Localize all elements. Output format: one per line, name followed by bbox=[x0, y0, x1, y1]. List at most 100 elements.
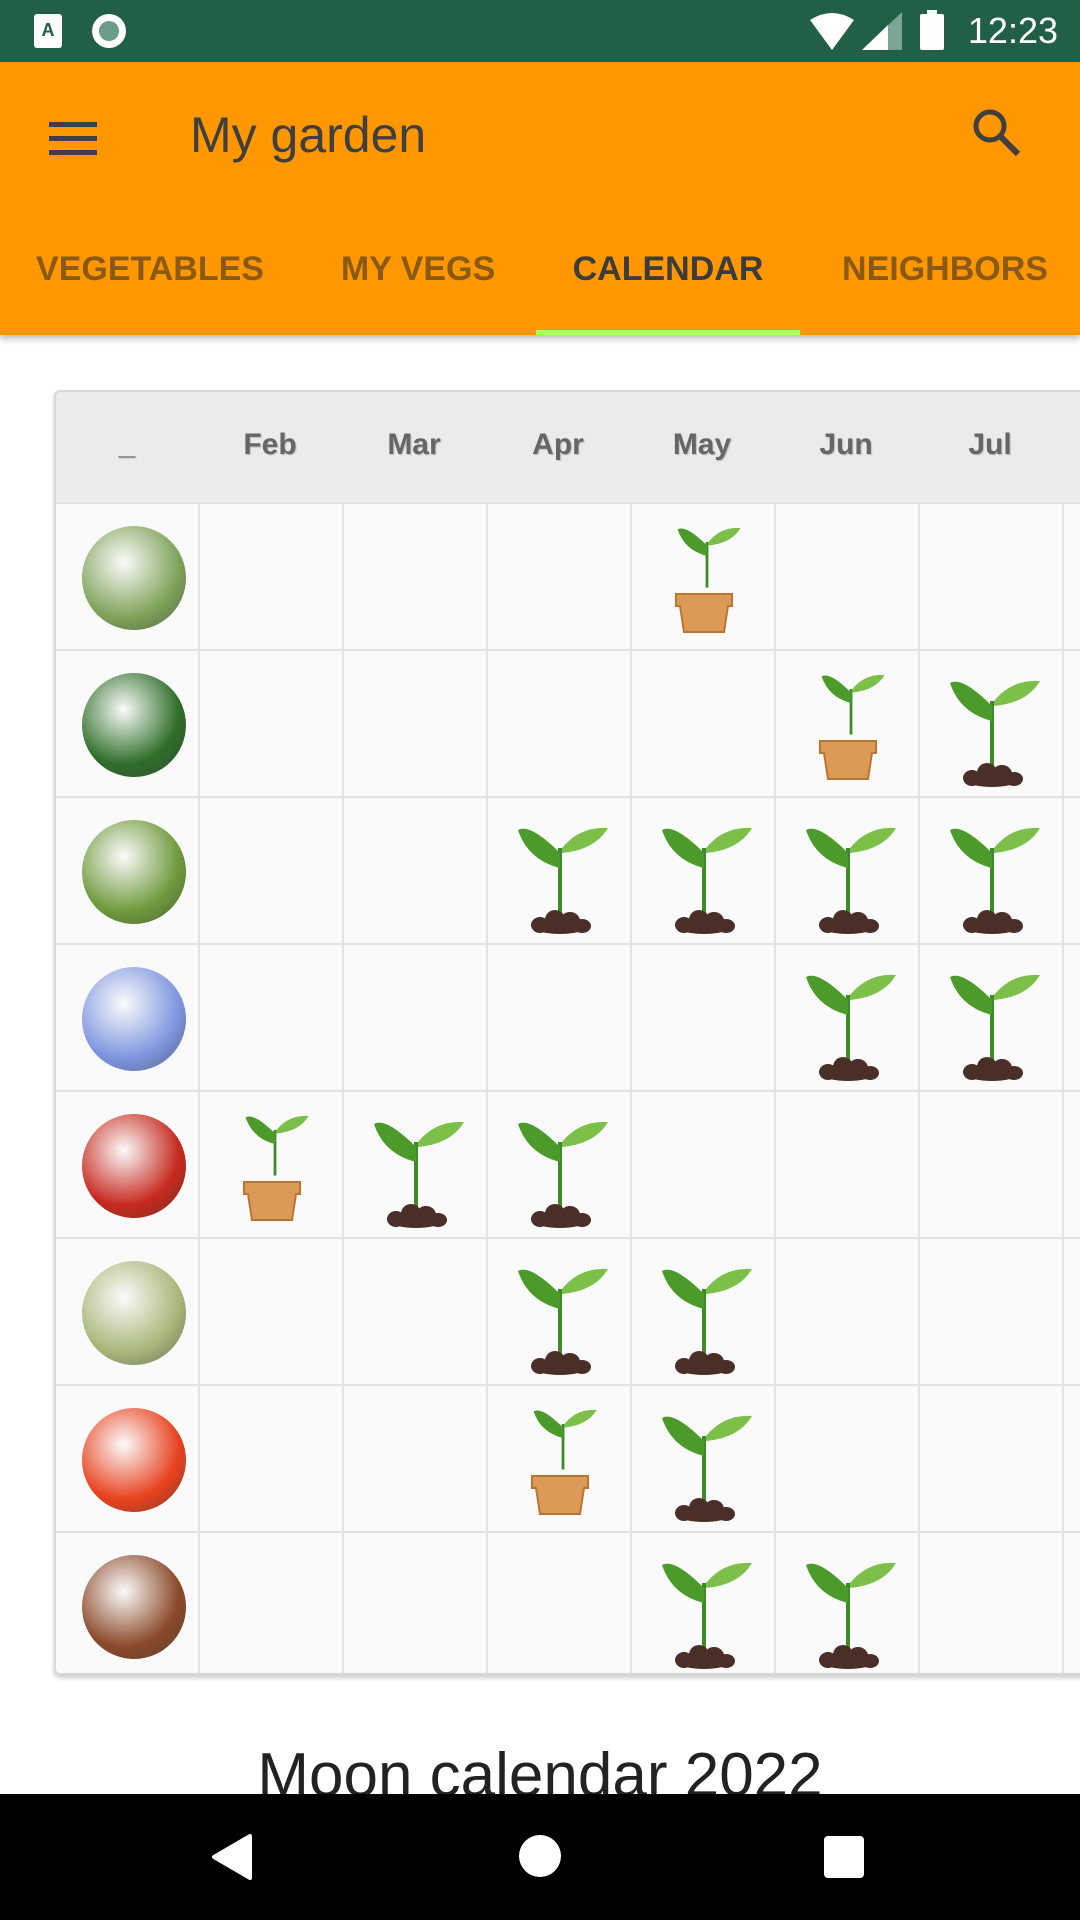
table-row bbox=[56, 943, 1080, 1090]
broccoli-image[interactable] bbox=[82, 820, 186, 924]
vegetable-cell[interactable] bbox=[56, 649, 198, 796]
tab-calendar[interactable]: CALENDAR bbox=[536, 250, 800, 289]
leek-image[interactable] bbox=[82, 1261, 186, 1365]
hamburger-menu-icon[interactable] bbox=[49, 120, 97, 156]
calendar-cell[interactable] bbox=[1062, 1237, 1080, 1384]
planting-calendar-table: _ Feb Mar Apr May Jun Jul bbox=[54, 390, 1080, 1675]
calendar-cell[interactable] bbox=[774, 502, 918, 649]
calendar-cell[interactable] bbox=[918, 1384, 1062, 1531]
calendar-cell[interactable] bbox=[342, 943, 486, 1090]
table-header: _ Feb Mar Apr May Jun Jul bbox=[56, 392, 1080, 502]
calendar-cell[interactable] bbox=[1062, 943, 1080, 1090]
calendar-cell[interactable] bbox=[198, 1237, 342, 1384]
vegetable-cell[interactable] bbox=[56, 1384, 198, 1531]
calendar-cell[interactable] bbox=[630, 1237, 774, 1384]
calendar-cell[interactable] bbox=[342, 1384, 486, 1531]
calendar-cell[interactable] bbox=[630, 649, 774, 796]
calendar-cell[interactable] bbox=[630, 943, 774, 1090]
calendar-cell[interactable] bbox=[342, 502, 486, 649]
basil-image[interactable] bbox=[82, 673, 186, 777]
calendar-cell[interactable] bbox=[198, 943, 342, 1090]
calendar-cell[interactable] bbox=[630, 502, 774, 649]
calendar-cell[interactable] bbox=[486, 1237, 630, 1384]
calendar-cell[interactable] bbox=[918, 943, 1062, 1090]
ground-planting-icon bbox=[660, 1413, 754, 1522]
calendar-cell[interactable] bbox=[198, 796, 342, 943]
search-icon[interactable] bbox=[970, 106, 1024, 160]
table-row bbox=[56, 502, 1080, 649]
chicory-image[interactable] bbox=[82, 967, 186, 1071]
calendar-cell[interactable] bbox=[1062, 1090, 1080, 1237]
calendar-cell[interactable] bbox=[486, 502, 630, 649]
calendar-cell[interactable] bbox=[918, 796, 1062, 943]
calendar-cell[interactable] bbox=[918, 1531, 1062, 1673]
vegetable-cell[interactable] bbox=[56, 1090, 198, 1237]
ground-planting-icon bbox=[516, 1119, 610, 1228]
vegetable-cell[interactable] bbox=[56, 502, 198, 649]
calendar-cell[interactable] bbox=[198, 502, 342, 649]
calendar-cell[interactable] bbox=[630, 1090, 774, 1237]
month-header: May bbox=[672, 428, 732, 461]
calendar-cell[interactable] bbox=[630, 796, 774, 943]
calendar-cell[interactable] bbox=[918, 649, 1062, 796]
back-icon[interactable] bbox=[210, 1834, 256, 1880]
calendar-cell[interactable] bbox=[918, 502, 1062, 649]
calendar-cell[interactable] bbox=[486, 1384, 630, 1531]
calendar-cell[interactable] bbox=[486, 943, 630, 1090]
corner-header: _ bbox=[118, 428, 136, 461]
calendar-cell[interactable] bbox=[198, 649, 342, 796]
calendar-cell[interactable] bbox=[630, 1531, 774, 1673]
jerusalem-artichoke-image[interactable] bbox=[82, 1555, 186, 1659]
calendar-cell[interactable] bbox=[774, 1531, 918, 1673]
calendar-cell[interactable] bbox=[198, 1384, 342, 1531]
calendar-cell[interactable] bbox=[918, 1090, 1062, 1237]
home-icon[interactable] bbox=[518, 1834, 562, 1878]
calendar-cell[interactable] bbox=[774, 1090, 918, 1237]
calendar-cell[interactable] bbox=[486, 1090, 630, 1237]
calendar-cell[interactable] bbox=[1062, 1384, 1080, 1531]
vegetable-cell[interactable] bbox=[56, 1531, 198, 1673]
vegetable-cell[interactable] bbox=[56, 1237, 198, 1384]
tab-vegetables[interactable]: VEGETABLES bbox=[20, 250, 280, 289]
calendar-cell[interactable] bbox=[342, 1531, 486, 1673]
record-icon bbox=[92, 14, 126, 48]
calendar-cell[interactable] bbox=[1062, 1531, 1080, 1673]
tab-neighbors[interactable]: NEIGHBORS bbox=[820, 250, 1070, 289]
tomato-image[interactable] bbox=[82, 1408, 186, 1512]
ground-planting-icon bbox=[804, 972, 898, 1081]
vegetable-cell[interactable] bbox=[56, 943, 198, 1090]
calendar-cell[interactable] bbox=[774, 1237, 918, 1384]
table-row bbox=[56, 1090, 1080, 1237]
calendar-cell[interactable] bbox=[342, 1237, 486, 1384]
vegetable-cell[interactable] bbox=[56, 796, 198, 943]
calendar-cell[interactable] bbox=[342, 649, 486, 796]
page-title: My garden bbox=[190, 107, 427, 163]
calendar-cell[interactable] bbox=[774, 1384, 918, 1531]
strawberry-image[interactable] bbox=[82, 1114, 186, 1218]
recents-icon[interactable] bbox=[824, 1836, 864, 1878]
table-row bbox=[56, 1531, 1080, 1673]
calendar-cell[interactable] bbox=[342, 796, 486, 943]
calendar-cell[interactable] bbox=[918, 1237, 1062, 1384]
table-row bbox=[56, 1384, 1080, 1531]
calendar-cell[interactable] bbox=[774, 796, 918, 943]
calendar-cell[interactable] bbox=[486, 1531, 630, 1673]
calendar-cell[interactable] bbox=[342, 1090, 486, 1237]
calendar-cell[interactable] bbox=[1062, 649, 1080, 796]
calendar-cell[interactable] bbox=[1062, 796, 1080, 943]
calendar-cell[interactable] bbox=[486, 649, 630, 796]
calendar-cell[interactable] bbox=[1062, 502, 1080, 649]
navigation-bar bbox=[0, 1794, 1080, 1920]
calendar-cell[interactable] bbox=[774, 943, 918, 1090]
calendar-cell[interactable] bbox=[198, 1531, 342, 1673]
app-bar: My garden VEGETABLES MY VEGS CALENDAR NE… bbox=[0, 62, 1080, 335]
calendar-cell[interactable] bbox=[630, 1384, 774, 1531]
month-header: Jul bbox=[968, 428, 1012, 461]
calendar-cell[interactable] bbox=[486, 796, 630, 943]
calendar-cell[interactable] bbox=[774, 649, 918, 796]
battery-icon bbox=[920, 10, 944, 50]
calendar-cell[interactable] bbox=[198, 1090, 342, 1237]
month-header: Mar bbox=[387, 428, 441, 461]
artichoke-image[interactable] bbox=[82, 526, 186, 630]
tab-my-vegs[interactable]: MY VEGS bbox=[300, 250, 536, 289]
